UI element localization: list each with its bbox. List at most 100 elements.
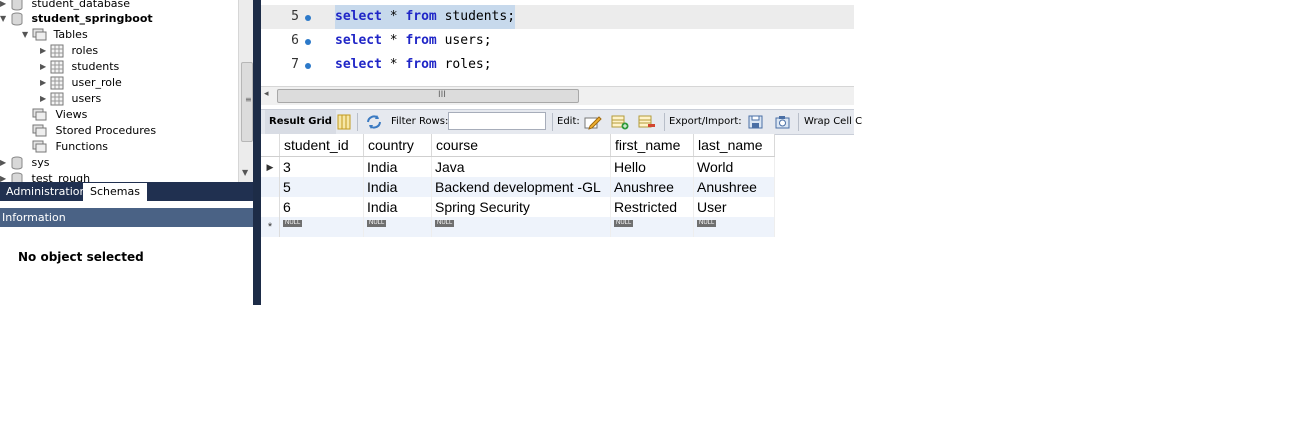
tree-item-stored-procedures[interactable]: Stored Procedures xyxy=(32,123,156,139)
schema-tree: ▶ student_database ▼ student_springboot … xyxy=(0,0,238,182)
table-row[interactable]: 6 India Spring Security Restricted User xyxy=(261,197,775,217)
expand-arrow-icon[interactable]: ▶ xyxy=(0,171,10,182)
scrollbar-thumb[interactable]: III xyxy=(277,89,579,103)
column-header[interactable]: course xyxy=(431,134,611,157)
tree-item-sys[interactable]: ▶ sys xyxy=(0,155,49,171)
null-badge: NULL xyxy=(283,220,303,227)
edit-row-icon[interactable] xyxy=(584,110,602,134)
tree-item-label: test_rough xyxy=(31,172,91,182)
code-text: select * from students; xyxy=(335,5,516,29)
table-cell[interactable]: Backend development -GL xyxy=(431,177,611,197)
table-cell[interactable]: NULL xyxy=(431,217,611,237)
tree-item-user-role[interactable]: ▶ user_role xyxy=(40,75,122,91)
table-cell[interactable]: Java xyxy=(431,156,611,177)
null-badge: NULL xyxy=(435,220,455,227)
tree-item-test-rough[interactable]: ▶ test_rough xyxy=(0,171,90,182)
expand-arrow-icon[interactable]: ▶ xyxy=(40,59,50,75)
line-number: 5 xyxy=(291,9,299,24)
table-row[interactable]: 5 India Backend development -GL Anushree… xyxy=(261,177,775,197)
null-badge: NULL xyxy=(614,220,634,227)
code-text: select * from roles; xyxy=(335,57,492,72)
table-cell[interactable]: 3 xyxy=(279,156,364,177)
column-header[interactable]: country xyxy=(363,134,432,157)
collapse-arrow-icon[interactable]: ▼ xyxy=(0,11,10,27)
expand-arrow-icon[interactable]: ▶ xyxy=(0,155,10,171)
delete-row-icon[interactable] xyxy=(638,110,656,134)
editor-line[interactable]: 7 select * from roles; xyxy=(261,53,854,77)
line-number: 7 xyxy=(291,57,299,72)
tree-item-label: Views xyxy=(55,108,88,121)
toolbar-separator xyxy=(664,113,665,131)
column-header[interactable]: first_name xyxy=(610,134,694,157)
table-row[interactable]: ▶ 3 India Java Hello World xyxy=(261,156,775,177)
export-import-label: Export/Import: xyxy=(669,116,742,127)
table-cell[interactable]: NULL xyxy=(363,217,432,237)
editor-line[interactable]: 5 select * from students; xyxy=(261,5,854,29)
column-header[interactable]: student_id xyxy=(279,134,364,157)
tree-item-label: Tables xyxy=(53,28,88,41)
sql-editor[interactable]: 5 select * from students; 6 select * fro… xyxy=(261,0,854,86)
expand-arrow-icon[interactable]: ▶ xyxy=(40,43,50,59)
row-marker xyxy=(261,177,280,197)
wrap-cell-content-button[interactable]: Wrap Cell C xyxy=(804,110,862,134)
tree-item-roles[interactable]: ▶ roles xyxy=(40,43,98,59)
result-toolbar: Result Grid Filter Rows: Edit: Export/Im… xyxy=(261,109,862,135)
tree-vertical-scrollbar[interactable]: ≡ ▼ xyxy=(238,0,254,182)
statement-marker-icon xyxy=(305,39,311,45)
import-icon[interactable] xyxy=(774,110,792,134)
table-cell[interactable]: India xyxy=(363,177,432,197)
table-cell[interactable]: NULL xyxy=(693,217,775,237)
information-header[interactable]: Information xyxy=(0,208,253,227)
expand-arrow-icon[interactable]: ▶ xyxy=(40,91,50,107)
row-marker-header xyxy=(261,134,280,157)
refresh-icon[interactable] xyxy=(365,110,383,134)
table-cell[interactable]: Hello xyxy=(610,156,694,177)
sidebar-tabs: Administration Schemas xyxy=(0,182,253,201)
tree-item-users[interactable]: ▶ users xyxy=(40,91,101,107)
toolbar-separator xyxy=(552,113,553,131)
editor-line[interactable]: 6 select * from users; xyxy=(261,29,854,53)
tree-item-students[interactable]: ▶ students xyxy=(40,59,119,75)
header-row: student_id country course first_name las… xyxy=(261,134,775,157)
statement-marker-icon xyxy=(305,15,311,21)
table-cell[interactable]: India xyxy=(363,156,432,177)
new-row[interactable]: * NULL NULL NULL NULL NULL xyxy=(261,217,775,237)
table-cell[interactable]: Restricted xyxy=(610,197,694,217)
export-icon[interactable] xyxy=(747,110,765,134)
scroll-left-arrow-icon[interactable]: ◂ xyxy=(264,89,269,99)
table-cell[interactable]: Anushree xyxy=(610,177,694,197)
table-cell[interactable]: India xyxy=(363,197,432,217)
tree-item-label: user_role xyxy=(71,76,122,89)
tab-administration[interactable]: Administration xyxy=(0,182,93,201)
null-badge: NULL xyxy=(697,220,717,227)
scrollbar-thumb[interactable]: ≡ xyxy=(241,62,253,142)
grid-view-icon[interactable] xyxy=(337,110,351,134)
collapse-arrow-icon[interactable]: ▼ xyxy=(22,27,32,43)
result-table: student_id country course first_name las… xyxy=(261,134,775,237)
tab-schemas[interactable]: Schemas xyxy=(83,183,147,201)
filter-rows-label: Filter Rows: xyxy=(391,116,449,127)
panel-divider[interactable] xyxy=(253,0,261,305)
table-cell[interactable]: NULL xyxy=(279,217,364,237)
expand-arrow-icon[interactable]: ▶ xyxy=(40,75,50,91)
table-cell[interactable]: NULL xyxy=(610,217,694,237)
table-cell[interactable]: Anushree xyxy=(693,177,775,197)
table-cell[interactable]: World xyxy=(693,156,775,177)
tree-item-student-springboot[interactable]: ▼ student_springboot xyxy=(0,11,153,27)
table-cell[interactable]: User xyxy=(693,197,775,217)
scroll-down-arrow-icon[interactable]: ▼ xyxy=(242,168,248,177)
tree-item-tables[interactable]: ▼ Tables xyxy=(22,27,88,43)
tree-item-views[interactable]: Views xyxy=(32,107,87,123)
filter-rows-input[interactable] xyxy=(448,112,546,130)
tree-item-functions[interactable]: Functions xyxy=(32,139,108,155)
tree-item-label: Stored Procedures xyxy=(55,124,157,137)
table-cell[interactable]: 5 xyxy=(279,177,364,197)
result-grid-button[interactable]: Result Grid xyxy=(265,110,336,134)
new-row-marker: * xyxy=(261,217,280,237)
add-row-icon[interactable] xyxy=(611,110,629,134)
column-header[interactable]: last_name xyxy=(693,134,775,157)
table-cell[interactable]: Spring Security xyxy=(431,197,611,217)
editor-horizontal-scrollbar[interactable]: ◂ III xyxy=(261,86,854,105)
table-cell[interactable]: 6 xyxy=(279,197,364,217)
tree-item-label: students xyxy=(71,60,120,73)
